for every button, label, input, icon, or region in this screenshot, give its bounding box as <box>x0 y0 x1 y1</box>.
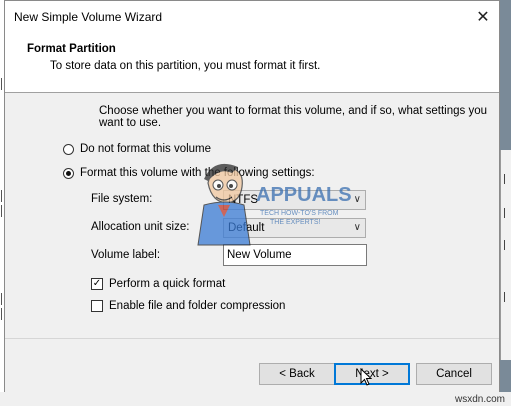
logo-wordmark: APPUALS <box>256 184 352 206</box>
background-window-right <box>500 150 511 360</box>
background-mark <box>504 208 509 218</box>
next-button[interactable]: Next > <box>334 363 410 385</box>
quick-format-label: Perform a quick format <box>109 278 226 290</box>
wizard-footer: < Back Next > Cancel <box>5 338 499 393</box>
appuals-logo: APPUALS TECH HOW-TO'S FROM THE EXPERTS! <box>197 163 352 246</box>
logo-tagline-1: TECH HOW-TO'S FROM <box>260 210 339 217</box>
window-title: New Simple Volume Wizard <box>14 10 163 24</box>
background-mark <box>504 240 509 250</box>
file-system-label: File system: <box>91 193 153 205</box>
allocation-unit-label: Allocation unit size: <box>91 221 190 233</box>
intro-text: Choose whether you want to format this v… <box>99 105 488 129</box>
radio-button[interactable] <box>63 167 74 179</box>
background-mark <box>504 292 509 302</box>
logo-tagline-2: THE EXPERTS! <box>270 219 320 226</box>
checkbox-checked[interactable]: ✓ <box>91 278 103 290</box>
wizard-body: Choose whether you want to format this v… <box>5 93 499 338</box>
wizard-dialog: New Simple Volume Wizard ✕ Format Partit… <box>4 0 500 393</box>
radio-no-format[interactable]: Do not format this volume <box>63 143 211 155</box>
checkbox-unchecked[interactable] <box>91 300 103 312</box>
back-button[interactable]: < Back <box>259 363 335 385</box>
compression-checkbox[interactable]: Enable file and folder compression <box>91 300 285 312</box>
cancel-button[interactable]: Cancel <box>416 363 492 385</box>
close-icon[interactable]: ✕ <box>467 1 499 32</box>
background-strip <box>0 392 511 406</box>
site-watermark: wsxdn.com <box>454 394 505 405</box>
background-mark <box>504 174 509 184</box>
compression-label: Enable file and folder compression <box>109 300 286 312</box>
page-title: Format Partition <box>27 43 116 55</box>
title-bar: New Simple Volume Wizard ✕ <box>5 1 499 32</box>
page-subtitle: To store data on this partition, you mus… <box>50 60 321 72</box>
mouse-cursor-icon <box>360 368 372 386</box>
wizard-header: Format Partition To store data on this p… <box>5 32 499 93</box>
quick-format-checkbox[interactable]: ✓ Perform a quick format <box>91 278 225 290</box>
volume-label-label: Volume label: <box>91 249 161 261</box>
radio-selected-dot <box>66 170 71 176</box>
radio-button[interactable] <box>63 143 74 155</box>
